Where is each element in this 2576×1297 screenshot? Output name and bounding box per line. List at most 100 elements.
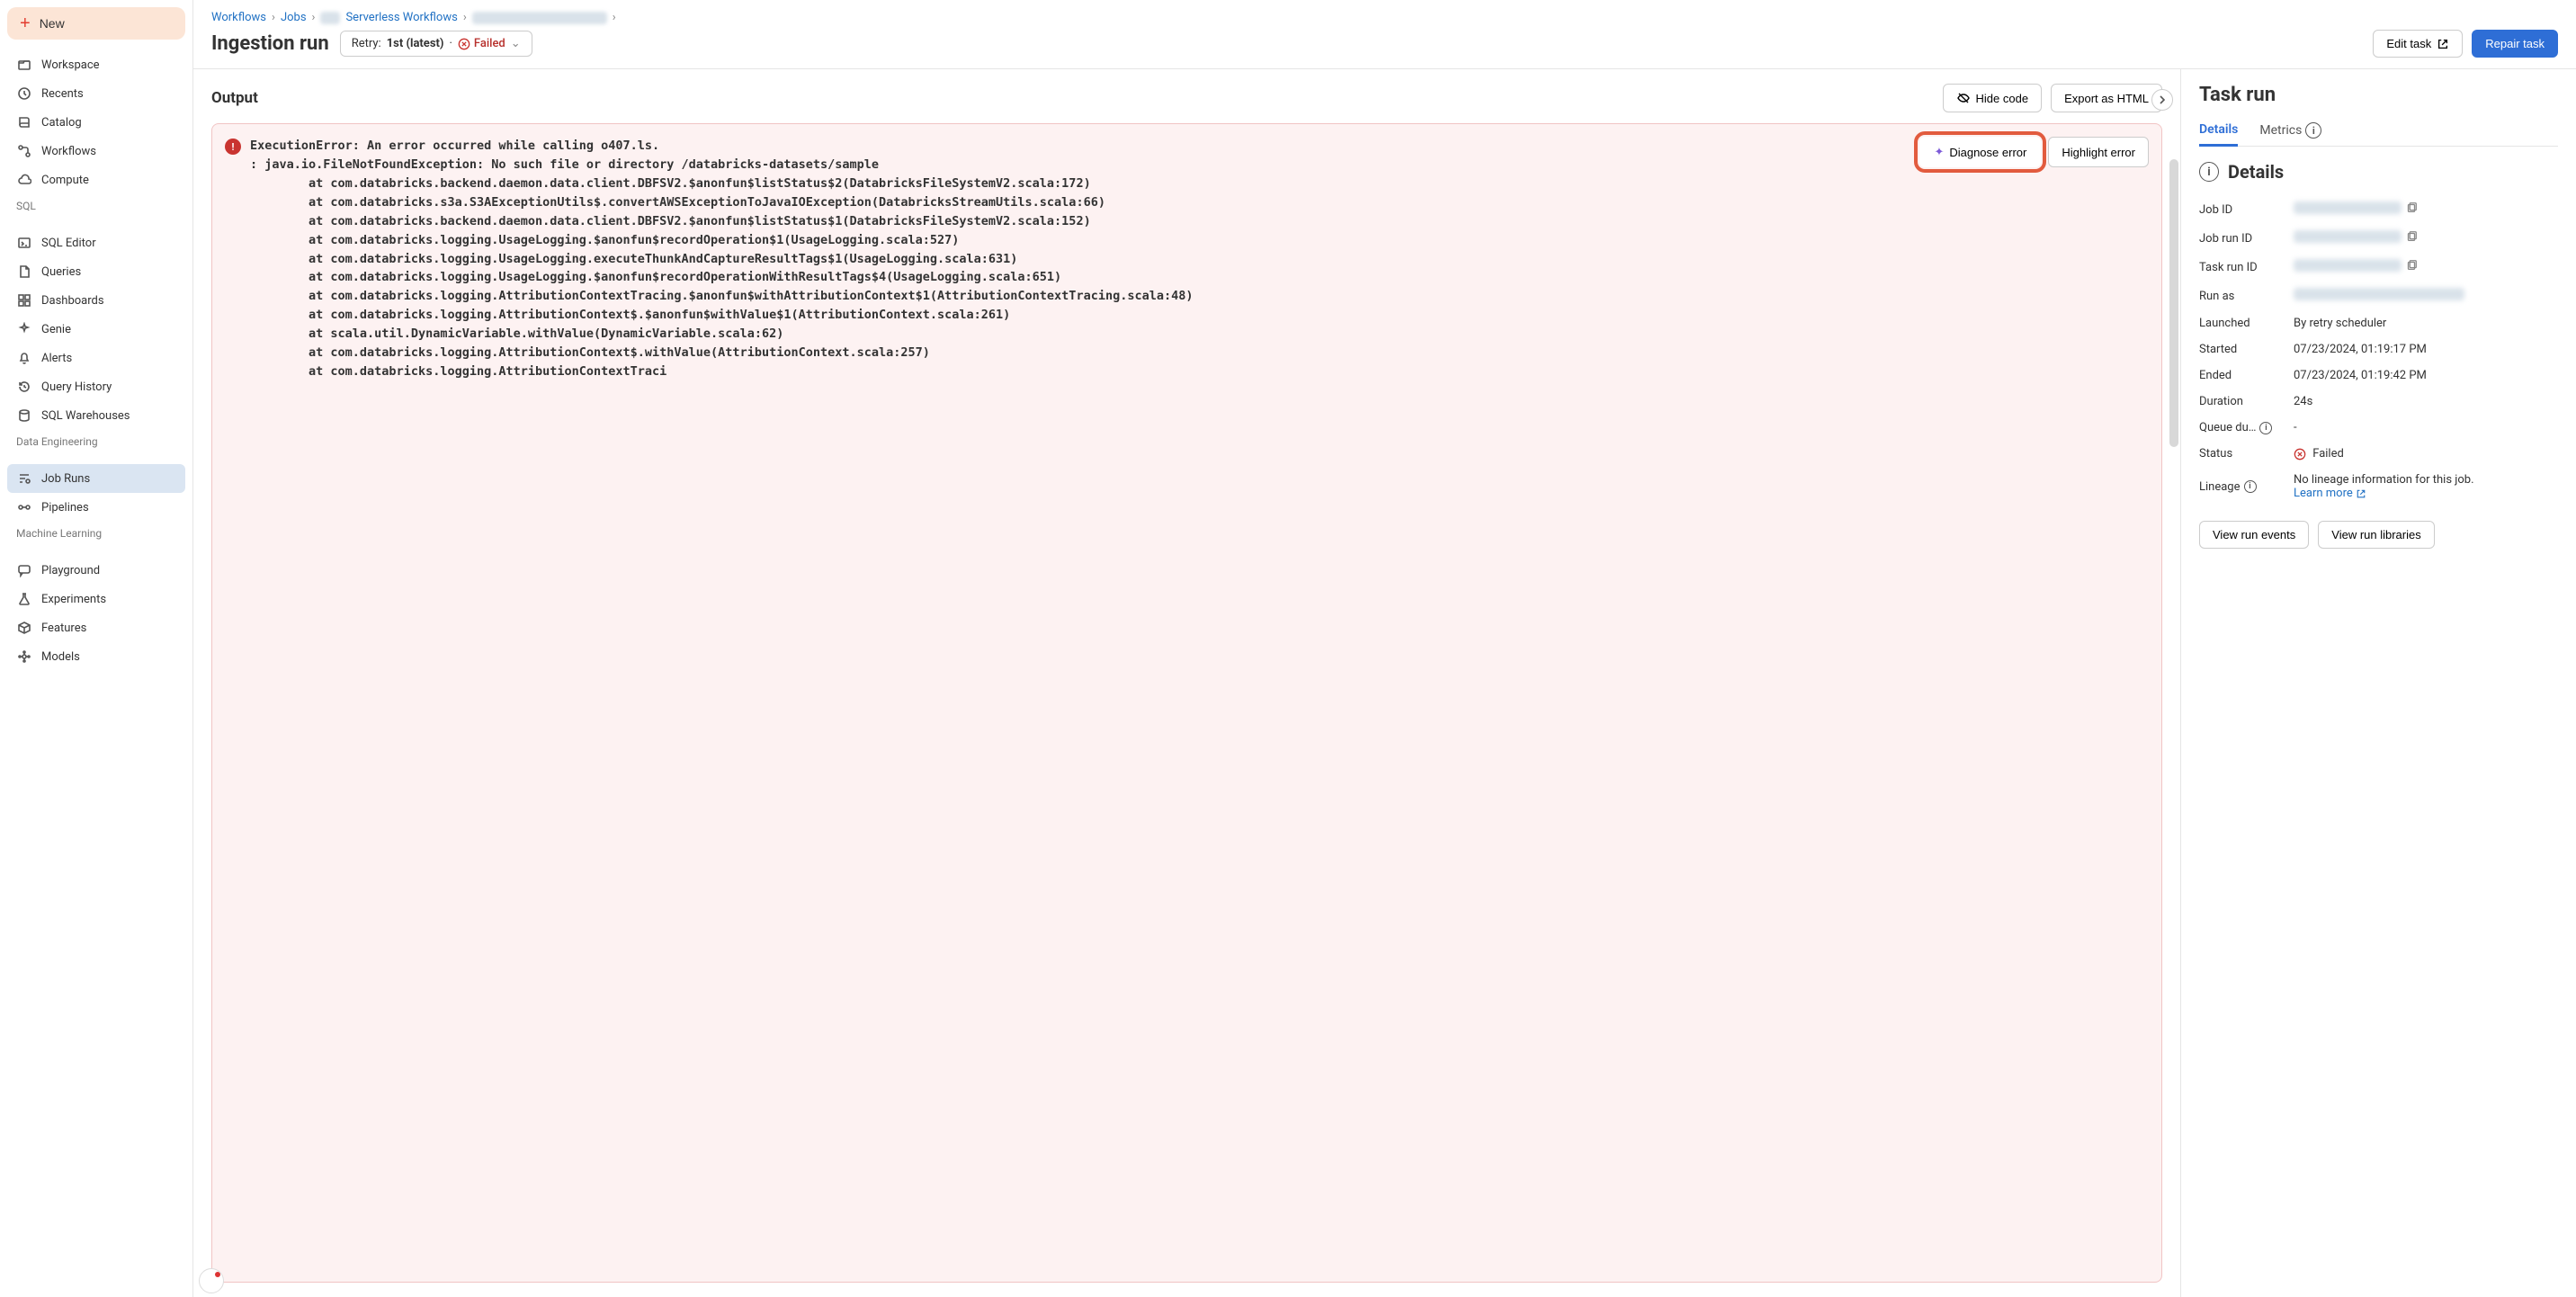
value-duration: 24s (2294, 395, 2558, 408)
edit-task-button[interactable]: Edit task (2373, 30, 2463, 58)
nav-item-queries[interactable]: Queries (7, 257, 185, 286)
learn-more-link[interactable]: Learn more (2294, 487, 2558, 500)
external-link-icon (2356, 488, 2366, 499)
label-started: Started (2199, 343, 2285, 356)
value-redacted (2294, 201, 2402, 214)
export-html-button[interactable]: Export as HTML (2051, 84, 2162, 112)
bell-icon (16, 350, 32, 366)
value-redacted (2294, 230, 2402, 243)
value-redacted (2294, 259, 2402, 272)
info-icon: i (2199, 162, 2219, 182)
view-run-libraries-button[interactable]: View run libraries (2318, 521, 2434, 549)
retry-separator: · (449, 37, 452, 50)
page-title: Ingestion run (211, 32, 329, 55)
nav-item-workflows[interactable]: Workflows (7, 137, 185, 165)
flow-icon (16, 143, 32, 159)
value-lineage: No lineage information for this job. Lea… (2294, 473, 2558, 500)
doc-icon (16, 264, 32, 280)
tab-metrics[interactable]: Metrics i (2259, 115, 2321, 146)
error-block: ✦ Diagnose error Highlight error ! Execu… (211, 123, 2162, 1283)
nav-item-experiments[interactable]: Experiments (7, 585, 185, 613)
copy-icon[interactable] (2405, 259, 2418, 272)
nav-item-label: Models (41, 650, 80, 664)
nav-item-models[interactable]: Models (7, 642, 185, 671)
copy-icon[interactable] (2405, 201, 2418, 214)
failed-icon (458, 38, 470, 50)
nav-item-sql-editor[interactable]: SQL Editor (7, 228, 185, 257)
copy-icon[interactable] (2405, 230, 2418, 243)
label-run-as: Run as (2199, 288, 2285, 304)
nav-item-label: Job Runs (41, 472, 90, 486)
nav-item-alerts[interactable]: Alerts (7, 344, 185, 372)
book-icon (16, 114, 32, 130)
nav-item-label: Compute (41, 174, 89, 187)
scrollbar[interactable] (2169, 159, 2178, 447)
nav-item-label: Catalog (41, 116, 82, 130)
detail-lineage: Lineage i No lineage information for thi… (2199, 467, 2558, 506)
nav-item-playground[interactable]: Playground (7, 556, 185, 585)
value-ended: 07/23/2024, 01:19:42 PM (2294, 369, 2558, 382)
breadcrumb-workflows[interactable]: Workflows (211, 11, 266, 24)
detail-status: Status Failed (2199, 441, 2558, 467)
breadcrumb: Workflows › Jobs › Serverless Workflows … (211, 11, 2558, 24)
nav-item-label: Recents (41, 87, 84, 101)
status-failed-badge: Failed (458, 37, 505, 50)
nav-item-dashboards[interactable]: Dashboards (7, 286, 185, 315)
breadcrumb-serverless[interactable]: Serverless Workflows (345, 11, 457, 24)
nav-item-compute[interactable]: Compute (7, 165, 185, 194)
info-icon[interactable]: i (2259, 422, 2272, 434)
nav-item-workspace[interactable]: Workspace (7, 50, 185, 79)
label-ended: Ended (2199, 369, 2285, 382)
output-title: Output (211, 89, 258, 107)
detail-ended: Ended 07/23/2024, 01:19:42 PM (2199, 362, 2558, 389)
nav-item-pipelines[interactable]: Pipelines (7, 493, 185, 522)
plus-icon: + (20, 14, 31, 32)
label-duration: Duration (2199, 395, 2285, 408)
breadcrumb-jobs[interactable]: Jobs (281, 11, 307, 24)
detail-job-run-id: Job run ID (2199, 224, 2558, 253)
value-started: 07/23/2024, 01:19:17 PM (2294, 343, 2558, 356)
tab-details[interactable]: Details (2199, 115, 2238, 147)
stack-trace: ExecutionError: An error occurred while … (250, 137, 2149, 381)
nav-item-label: Playground (41, 564, 100, 577)
detail-task-run-id: Task run ID (2199, 253, 2558, 282)
info-icon[interactable]: i (2244, 480, 2257, 493)
value-redacted (2294, 288, 2464, 300)
label-lineage: Lineage i (2199, 473, 2285, 500)
breadcrumb-redacted (472, 12, 607, 24)
diagnose-error-button[interactable]: ✦ Diagnose error (1919, 137, 2041, 167)
label-job-id: Job ID (2199, 201, 2285, 218)
collapse-panel-button[interactable] (2151, 89, 2173, 111)
chevron-down-icon: ⌄ (511, 37, 521, 50)
pipe-icon (16, 499, 32, 515)
nav-item-genie[interactable]: Genie (7, 315, 185, 344)
nav-item-label: Workspace (41, 58, 100, 72)
topbar: Workflows › Jobs › Serverless Workflows … (193, 0, 2576, 69)
nav-item-sql-warehouses[interactable]: SQL Warehouses (7, 401, 185, 430)
hide-code-button[interactable]: Hide code (1943, 84, 2043, 112)
nav-item-query-history[interactable]: Query History (7, 372, 185, 401)
view-run-events-button[interactable]: View run events (2199, 521, 2309, 549)
new-button[interactable]: + New (7, 7, 185, 40)
nav-item-features[interactable]: Features (7, 613, 185, 642)
assistant-avatar[interactable] (199, 1268, 224, 1293)
chat-icon (16, 562, 32, 578)
cloud-icon (16, 172, 32, 188)
detail-duration: Duration 24s (2199, 389, 2558, 415)
nav-item-catalog[interactable]: Catalog (7, 108, 185, 137)
highlight-error-button[interactable]: Highlight error (2048, 137, 2149, 167)
model-icon (16, 648, 32, 665)
db-icon (16, 407, 32, 424)
nav-item-recents[interactable]: Recents (7, 79, 185, 108)
repair-task-button[interactable]: Repair task (2472, 30, 2558, 58)
failed-icon (2294, 448, 2306, 461)
label-task-run-id: Task run ID (2199, 259, 2285, 275)
nav-item-label: Dashboards (41, 294, 104, 308)
detail-queue: Queue du… i - (2199, 415, 2558, 441)
retry-selector[interactable]: Retry: 1st (latest) · Failed ⌄ (340, 31, 532, 57)
nav-item-job-runs[interactable]: Job Runs (7, 464, 185, 493)
value-launched: By retry scheduler (2294, 317, 2558, 330)
grid-icon (16, 292, 32, 309)
task-run-title: Task run (2199, 84, 2558, 106)
details-heading: Details (2228, 161, 2284, 183)
